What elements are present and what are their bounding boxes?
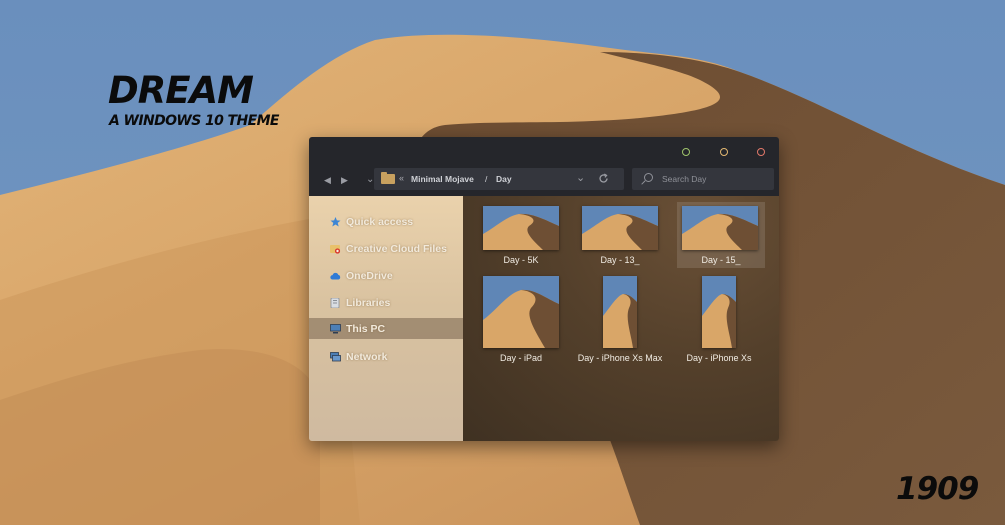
brand-subtitle: A WINDOWS 10 THEME: [109, 113, 279, 129]
double-chevron-left-icon[interactable]: «: [399, 173, 404, 183]
file-item-day-15[interactable]: Day - 15_: [677, 202, 765, 268]
file-name: Day - 13_: [600, 255, 640, 265]
maximize-button[interactable]: [720, 148, 728, 156]
breadcrumb-minimal-mojave[interactable]: Minimal Mojave: [411, 174, 474, 184]
breadcrumb-separator: /: [485, 174, 488, 184]
version-label: 1909: [896, 471, 979, 507]
file-name: Day - iPhone Xs: [686, 353, 752, 363]
file-list: Day - 5K Day - 13_ Day - 15_ Day - iPad …: [463, 196, 779, 441]
navigation-bar: ◀ ▶ ⌄ « Minimal Mojave / Day ⌄: [309, 165, 779, 196]
minimize-button[interactable]: [682, 148, 690, 156]
file-item-day-13[interactable]: Day - 13_: [570, 202, 670, 272]
file-item-day-5k[interactable]: Day - 5K: [471, 202, 571, 272]
close-button[interactable]: [757, 148, 765, 156]
library-icon: [330, 298, 340, 308]
sidebar-item-label: Libraries: [346, 297, 391, 309]
sidebar-item-label: Quick access: [346, 216, 414, 228]
sidebar-item-quick-access[interactable]: Quick access: [309, 212, 463, 232]
thumbnail-image: [483, 276, 559, 348]
sidebar-item-label: Network: [346, 351, 388, 363]
sidebar-item-network[interactable]: Network: [309, 347, 463, 367]
file-name: Day - 5K: [503, 255, 539, 265]
thumbnail-image: [483, 206, 559, 250]
star-icon: [330, 217, 341, 227]
file-name: Day - iPad: [499, 353, 543, 363]
sidebar-item-label: This PC: [346, 323, 386, 335]
creative-cloud-folder-icon: [330, 245, 341, 254]
desktop: DREAM A WINDOWS 10 THEME 1909 ◀ ▶ ⌄ « Mi…: [0, 0, 1005, 525]
sidebar-item-label: OneDrive: [346, 270, 393, 282]
file-name: Day - 15_: [701, 255, 741, 265]
navigation-pane: Quick access Creative Cloud Files OneDri…: [309, 196, 463, 441]
address-bar[interactable]: « Minimal Mojave / Day ⌄: [374, 168, 624, 190]
address-dropdown-chevron-down-icon[interactable]: ⌄: [576, 173, 585, 184]
title-bar[interactable]: [309, 137, 779, 165]
file-name: Day - iPhone Xs Max: [577, 353, 663, 363]
back-button[interactable]: ◀: [324, 176, 331, 185]
search-input[interactable]: [662, 172, 767, 186]
breadcrumb-day[interactable]: Day: [496, 174, 512, 184]
sidebar-item-creative-cloud-files[interactable]: Creative Cloud Files: [309, 239, 463, 259]
sidebar-item-onedrive[interactable]: OneDrive: [309, 266, 463, 286]
folder-icon: [381, 172, 395, 184]
search-icon: [644, 173, 653, 182]
file-item-day-iphone-xs[interactable]: Day - iPhone Xs: [669, 276, 769, 368]
brand-title: DREAM: [108, 69, 254, 112]
network-icon: [330, 352, 341, 362]
computer-icon: [330, 324, 341, 334]
cloud-icon: [330, 272, 341, 280]
file-explorer-window: ◀ ▶ ⌄ « Minimal Mojave / Day ⌄ Search Da…: [309, 137, 779, 441]
sidebar-item-libraries[interactable]: Libraries: [309, 293, 463, 313]
forward-button[interactable]: ▶: [341, 176, 348, 185]
thumbnail-image: [702, 276, 736, 348]
thumbnail-image: [682, 206, 758, 250]
thumbnail-image: [582, 206, 658, 250]
search-box[interactable]: [632, 168, 774, 190]
thumbnail-image: [603, 276, 637, 348]
sidebar-item-this-pc[interactable]: This PC: [309, 318, 463, 339]
sidebar-item-label: Creative Cloud Files: [346, 243, 447, 255]
file-item-day-iphone-xs-max[interactable]: Day - iPhone Xs Max: [570, 276, 670, 380]
file-item-day-ipad[interactable]: Day - iPad: [471, 276, 571, 368]
refresh-icon[interactable]: [598, 173, 609, 184]
